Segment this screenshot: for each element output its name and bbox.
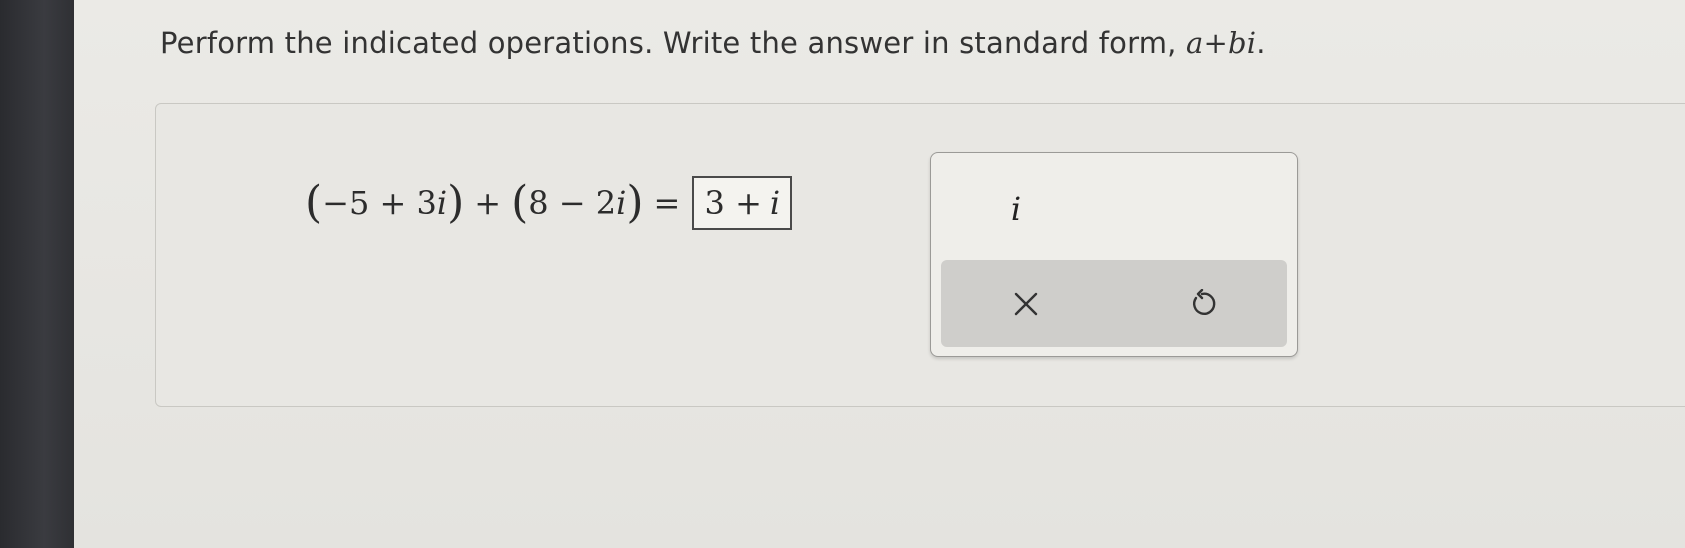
undo-button[interactable]	[1147, 260, 1257, 347]
undo-icon	[1193, 288, 1216, 315]
term1-number: −5 + 3	[322, 184, 437, 222]
clear-button[interactable]	[971, 260, 1081, 347]
term2-i: i	[616, 184, 627, 222]
paren-open-2: (	[511, 177, 529, 228]
keypad-action-bar	[941, 260, 1287, 347]
screen-bezel	[0, 0, 74, 548]
paren-close-2: )	[626, 177, 644, 228]
standard-form-math: a+bi	[1186, 26, 1257, 60]
paren-open-1: (	[305, 177, 323, 228]
plus-operator: +	[474, 184, 502, 222]
answer-input[interactable]: 3 + i	[692, 176, 793, 230]
instruction-text: Perform the indicated operations. Write …	[160, 26, 1266, 60]
instruction-period: .	[1256, 26, 1266, 60]
term2-number: 8 − 2	[528, 184, 617, 222]
term1-i: i	[436, 184, 448, 222]
problem-panel	[155, 103, 1685, 407]
answer-number: 3 +	[704, 184, 762, 222]
math-keypad: i	[930, 152, 1298, 357]
insert-i-button[interactable]: i	[976, 181, 1056, 237]
equals-sign: =	[653, 184, 681, 222]
instruction-prefix: Perform the indicated operations. Write …	[160, 26, 1187, 60]
answer-i: i	[769, 184, 781, 222]
close-icon	[1014, 292, 1038, 315]
equation: ( −5 + 3i ) + ( 8 − 2i ) = 3 + i	[305, 176, 793, 230]
paren-close-1: )	[447, 177, 465, 228]
